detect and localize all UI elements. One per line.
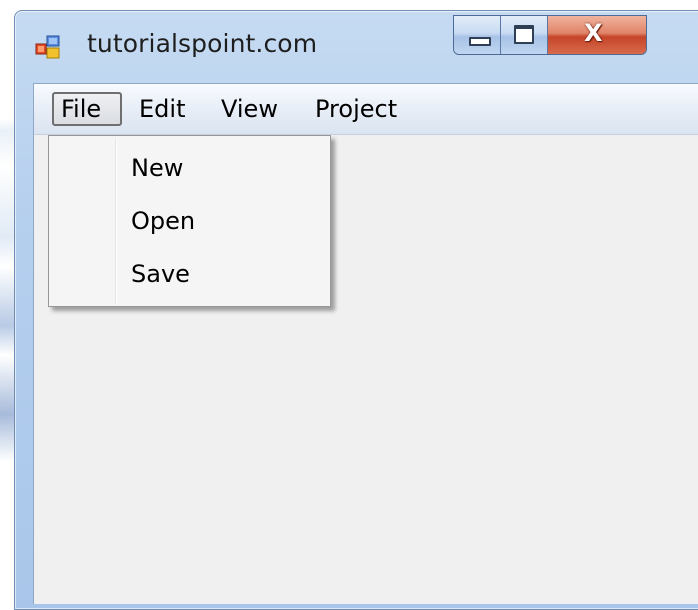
menu-view[interactable]: View bbox=[214, 92, 285, 126]
caption-buttons: X bbox=[453, 15, 647, 55]
menu-project[interactable]: Project bbox=[308, 92, 404, 126]
menu-edit[interactable]: Edit bbox=[132, 92, 192, 126]
maximize-button[interactable] bbox=[501, 16, 548, 54]
minimize-button[interactable] bbox=[454, 16, 501, 54]
menu-item-new[interactable]: New bbox=[131, 148, 183, 188]
menu-item-open[interactable]: Open bbox=[131, 201, 195, 241]
minimize-icon bbox=[469, 37, 491, 46]
client-area: File Edit View Project New Open Save bbox=[33, 83, 698, 604]
close-icon: X bbox=[584, 19, 603, 47]
application-window: tutorialspoint.com X File Edit View Proj… bbox=[14, 10, 698, 610]
file-dropdown-menu: New Open Save bbox=[48, 135, 331, 307]
menu-file[interactable]: File bbox=[52, 92, 122, 126]
menu-bar: File Edit View Project bbox=[34, 84, 698, 135]
title-bar[interactable]: tutorialspoint.com X bbox=[15, 11, 698, 83]
menu-item-save[interactable]: Save bbox=[131, 254, 190, 294]
close-button[interactable]: X bbox=[548, 16, 646, 54]
background-strip bbox=[0, 0, 14, 592]
menu-gutter bbox=[115, 138, 117, 304]
window-title: tutorialspoint.com bbox=[87, 29, 318, 58]
app-icon bbox=[35, 35, 61, 59]
maximize-icon bbox=[514, 25, 534, 44]
